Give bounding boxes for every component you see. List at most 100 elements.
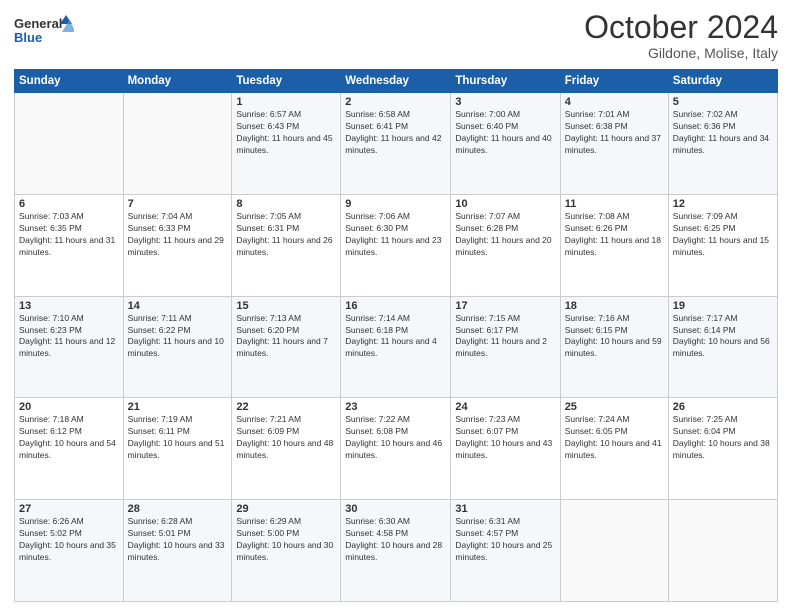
day-number: 9	[345, 198, 446, 210]
day-info: Sunrise: 7:14 AM Sunset: 6:18 PM Dayligh…	[345, 313, 446, 361]
location-subtitle: Gildone, Molise, Italy	[584, 45, 778, 61]
calendar-cell-2-6: 11Sunrise: 7:08 AM Sunset: 6:26 PM Dayli…	[560, 194, 668, 296]
calendar-week-row-2: 6Sunrise: 7:03 AM Sunset: 6:35 PM Daylig…	[15, 194, 778, 296]
calendar-cell-5-7	[668, 500, 777, 602]
calendar-cell-4-6: 25Sunrise: 7:24 AM Sunset: 6:05 PM Dayli…	[560, 398, 668, 500]
day-number: 30	[345, 503, 446, 515]
calendar-cell-5-5: 31Sunrise: 6:31 AM Sunset: 4:57 PM Dayli…	[451, 500, 560, 602]
logo: General Blue	[14, 10, 74, 55]
calendar-week-row-4: 20Sunrise: 7:18 AM Sunset: 6:12 PM Dayli…	[15, 398, 778, 500]
day-number: 10	[455, 198, 555, 210]
calendar-week-row-1: 1Sunrise: 6:57 AM Sunset: 6:43 PM Daylig…	[15, 93, 778, 195]
day-number: 14	[128, 300, 228, 312]
day-info: Sunrise: 6:29 AM Sunset: 5:00 PM Dayligh…	[236, 516, 336, 564]
calendar-cell-3-5: 17Sunrise: 7:15 AM Sunset: 6:17 PM Dayli…	[451, 296, 560, 398]
calendar-header-row: Sunday Monday Tuesday Wednesday Thursday…	[15, 70, 778, 93]
calendar-cell-1-4: 2Sunrise: 6:58 AM Sunset: 6:41 PM Daylig…	[341, 93, 451, 195]
day-number: 24	[455, 401, 555, 413]
calendar-cell-1-7: 5Sunrise: 7:02 AM Sunset: 6:36 PM Daylig…	[668, 93, 777, 195]
calendar-cell-4-7: 26Sunrise: 7:25 AM Sunset: 6:04 PM Dayli…	[668, 398, 777, 500]
day-info: Sunrise: 7:19 AM Sunset: 6:11 PM Dayligh…	[128, 414, 228, 462]
calendar-cell-3-3: 15Sunrise: 7:13 AM Sunset: 6:20 PM Dayli…	[232, 296, 341, 398]
day-number: 25	[565, 401, 664, 413]
calendar-cell-3-7: 19Sunrise: 7:17 AM Sunset: 6:14 PM Dayli…	[668, 296, 777, 398]
day-info: Sunrise: 7:22 AM Sunset: 6:08 PM Dayligh…	[345, 414, 446, 462]
day-info: Sunrise: 7:05 AM Sunset: 6:31 PM Dayligh…	[236, 211, 336, 259]
day-number: 2	[345, 96, 446, 108]
day-info: Sunrise: 6:26 AM Sunset: 5:02 PM Dayligh…	[19, 516, 119, 564]
calendar-week-row-5: 27Sunrise: 6:26 AM Sunset: 5:02 PM Dayli…	[15, 500, 778, 602]
day-number: 7	[128, 198, 228, 210]
day-info: Sunrise: 7:06 AM Sunset: 6:30 PM Dayligh…	[345, 211, 446, 259]
day-info: Sunrise: 7:18 AM Sunset: 6:12 PM Dayligh…	[19, 414, 119, 462]
day-number: 8	[236, 198, 336, 210]
day-number: 22	[236, 401, 336, 413]
day-number: 29	[236, 503, 336, 515]
day-number: 27	[19, 503, 119, 515]
day-info: Sunrise: 7:00 AM Sunset: 6:40 PM Dayligh…	[455, 109, 555, 157]
day-info: Sunrise: 7:08 AM Sunset: 6:26 PM Dayligh…	[565, 211, 664, 259]
day-number: 6	[19, 198, 119, 210]
calendar-cell-5-2: 28Sunrise: 6:28 AM Sunset: 5:01 PM Dayli…	[123, 500, 232, 602]
calendar-cell-5-3: 29Sunrise: 6:29 AM Sunset: 5:00 PM Dayli…	[232, 500, 341, 602]
day-number: 19	[673, 300, 773, 312]
day-number: 28	[128, 503, 228, 515]
day-info: Sunrise: 6:28 AM Sunset: 5:01 PM Dayligh…	[128, 516, 228, 564]
day-info: Sunrise: 6:31 AM Sunset: 4:57 PM Dayligh…	[455, 516, 555, 564]
day-info: Sunrise: 7:13 AM Sunset: 6:20 PM Dayligh…	[236, 313, 336, 361]
day-info: Sunrise: 7:07 AM Sunset: 6:28 PM Dayligh…	[455, 211, 555, 259]
day-info: Sunrise: 7:09 AM Sunset: 6:25 PM Dayligh…	[673, 211, 773, 259]
calendar-cell-2-5: 10Sunrise: 7:07 AM Sunset: 6:28 PM Dayli…	[451, 194, 560, 296]
svg-text:Blue: Blue	[14, 30, 42, 45]
calendar-cell-4-4: 23Sunrise: 7:22 AM Sunset: 6:08 PM Dayli…	[341, 398, 451, 500]
day-info: Sunrise: 7:04 AM Sunset: 6:33 PM Dayligh…	[128, 211, 228, 259]
title-area: October 2024 Gildone, Molise, Italy	[584, 10, 778, 61]
calendar-cell-1-1	[15, 93, 124, 195]
col-tuesday: Tuesday	[232, 70, 341, 93]
calendar-cell-3-4: 16Sunrise: 7:14 AM Sunset: 6:18 PM Dayli…	[341, 296, 451, 398]
day-info: Sunrise: 6:30 AM Sunset: 4:58 PM Dayligh…	[345, 516, 446, 564]
calendar-cell-4-3: 22Sunrise: 7:21 AM Sunset: 6:09 PM Dayli…	[232, 398, 341, 500]
calendar-cell-2-3: 8Sunrise: 7:05 AM Sunset: 6:31 PM Daylig…	[232, 194, 341, 296]
calendar-cell-4-5: 24Sunrise: 7:23 AM Sunset: 6:07 PM Dayli…	[451, 398, 560, 500]
calendar-cell-5-6	[560, 500, 668, 602]
calendar-week-row-3: 13Sunrise: 7:10 AM Sunset: 6:23 PM Dayli…	[15, 296, 778, 398]
calendar-cell-1-5: 3Sunrise: 7:00 AM Sunset: 6:40 PM Daylig…	[451, 93, 560, 195]
day-info: Sunrise: 7:23 AM Sunset: 6:07 PM Dayligh…	[455, 414, 555, 462]
col-saturday: Saturday	[668, 70, 777, 93]
day-number: 18	[565, 300, 664, 312]
day-number: 3	[455, 96, 555, 108]
day-number: 1	[236, 96, 336, 108]
calendar-cell-3-2: 14Sunrise: 7:11 AM Sunset: 6:22 PM Dayli…	[123, 296, 232, 398]
calendar-cell-3-1: 13Sunrise: 7:10 AM Sunset: 6:23 PM Dayli…	[15, 296, 124, 398]
day-number: 4	[565, 96, 664, 108]
col-monday: Monday	[123, 70, 232, 93]
day-number: 11	[565, 198, 664, 210]
calendar-cell-5-4: 30Sunrise: 6:30 AM Sunset: 4:58 PM Dayli…	[341, 500, 451, 602]
calendar-cell-1-3: 1Sunrise: 6:57 AM Sunset: 6:43 PM Daylig…	[232, 93, 341, 195]
day-number: 26	[673, 401, 773, 413]
header: General Blue October 2024 Gildone, Molis…	[14, 10, 778, 61]
month-title: October 2024	[584, 10, 778, 45]
calendar-cell-2-2: 7Sunrise: 7:04 AM Sunset: 6:33 PM Daylig…	[123, 194, 232, 296]
calendar-cell-2-1: 6Sunrise: 7:03 AM Sunset: 6:35 PM Daylig…	[15, 194, 124, 296]
calendar-cell-1-6: 4Sunrise: 7:01 AM Sunset: 6:38 PM Daylig…	[560, 93, 668, 195]
day-number: 13	[19, 300, 119, 312]
svg-text:General: General	[14, 16, 62, 31]
day-number: 17	[455, 300, 555, 312]
day-info: Sunrise: 7:24 AM Sunset: 6:05 PM Dayligh…	[565, 414, 664, 462]
day-number: 12	[673, 198, 773, 210]
day-info: Sunrise: 7:25 AM Sunset: 6:04 PM Dayligh…	[673, 414, 773, 462]
calendar-cell-3-6: 18Sunrise: 7:16 AM Sunset: 6:15 PM Dayli…	[560, 296, 668, 398]
day-info: Sunrise: 7:11 AM Sunset: 6:22 PM Dayligh…	[128, 313, 228, 361]
col-sunday: Sunday	[15, 70, 124, 93]
day-info: Sunrise: 7:16 AM Sunset: 6:15 PM Dayligh…	[565, 313, 664, 361]
calendar-cell-2-7: 12Sunrise: 7:09 AM Sunset: 6:25 PM Dayli…	[668, 194, 777, 296]
day-number: 16	[345, 300, 446, 312]
page: General Blue October 2024 Gildone, Molis…	[0, 0, 792, 612]
day-info: Sunrise: 7:10 AM Sunset: 6:23 PM Dayligh…	[19, 313, 119, 361]
day-number: 31	[455, 503, 555, 515]
day-number: 5	[673, 96, 773, 108]
col-friday: Friday	[560, 70, 668, 93]
col-thursday: Thursday	[451, 70, 560, 93]
